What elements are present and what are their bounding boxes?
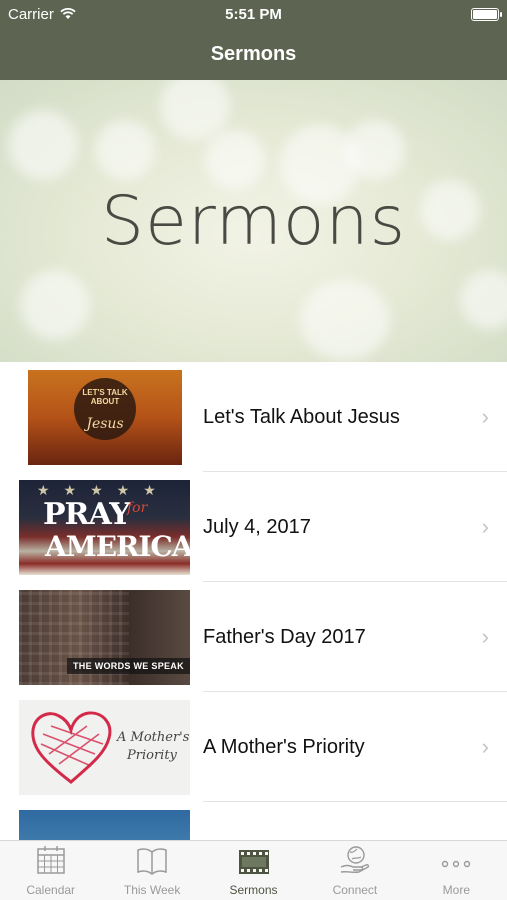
carrier-label: Carrier xyxy=(8,5,54,23)
tab-label: Connect xyxy=(332,883,378,897)
sermon-thumbnail: THE WORDS WE SPEAK xyxy=(19,590,190,685)
sermon-thumbnail: A Mother's Priority xyxy=(19,700,190,795)
wifi-icon xyxy=(60,8,76,19)
sermon-list[interactable]: LET'S TALK ABOUT Jesus Let's Talk About … xyxy=(0,362,507,840)
sermon-row[interactable]: A Mother's Priority A Mother's Priority … xyxy=(0,692,507,802)
status-left: Carrier xyxy=(8,6,76,23)
sermons-banner: Sermons xyxy=(0,80,507,362)
thumbnail-text: Priority xyxy=(127,748,177,763)
tab-this-week[interactable]: This Week xyxy=(101,841,202,900)
sermon-row[interactable]: LET'S TALK ABOUT Jesus Let's Talk About … xyxy=(0,362,507,472)
tab-bar: Calendar This Week Sermons Connect More xyxy=(0,840,507,900)
heart-icon xyxy=(31,711,112,784)
thumbnail-text: Jesus xyxy=(86,416,124,432)
more-icon xyxy=(442,860,471,868)
page-title: Sermons xyxy=(210,42,297,65)
book-icon xyxy=(137,848,167,875)
tab-sermons[interactable]: Sermons xyxy=(203,841,304,900)
chevron-right-icon: › xyxy=(481,624,489,649)
tab-label: This Week xyxy=(123,883,181,897)
thumbnail-text: A Mother's xyxy=(117,730,190,745)
thumbnail-text: PRAY xyxy=(43,497,131,532)
thumbnail-text: THE WORDS WE SPEAK xyxy=(67,658,190,674)
chevron-right-icon: › xyxy=(481,404,489,429)
sermon-title: Let's Talk About Jesus xyxy=(203,405,400,428)
sermon-row[interactable] xyxy=(0,802,507,840)
tab-label: Sermons xyxy=(229,883,278,897)
tab-more[interactable]: More xyxy=(406,841,507,900)
nav-bar: Sermons xyxy=(0,28,507,80)
thumbnail-text: for xyxy=(127,500,148,516)
banner-title: Sermons xyxy=(100,181,407,261)
film-icon xyxy=(238,850,269,874)
chevron-right-icon: › xyxy=(481,734,489,759)
sermon-title: July 4, 2017 xyxy=(203,515,311,538)
sermon-thumbnail xyxy=(19,810,190,840)
sermon-title: Father's Day 2017 xyxy=(203,625,366,648)
battery-icon xyxy=(471,7,502,21)
tab-connect[interactable]: Connect xyxy=(304,841,405,900)
sermon-title: A Mother's Priority xyxy=(203,735,365,758)
sermon-thumbnail: LET'S TALK ABOUT Jesus xyxy=(28,370,182,465)
sermon-row[interactable]: THE WORDS WE SPEAK Father's Day 2017 › xyxy=(0,582,507,692)
chevron-right-icon: › xyxy=(481,514,489,539)
sermon-thumbnail: ★★★★★ PRAY for AMERICA xyxy=(19,480,190,575)
thumbnail-text: LET'S TALK ABOUT xyxy=(82,388,128,406)
status-time: 5:51 PM xyxy=(225,5,282,23)
tab-calendar[interactable]: Calendar xyxy=(0,841,101,900)
globe-hand-icon xyxy=(340,846,370,873)
calendar-icon xyxy=(36,846,65,874)
status-bar: Carrier 5:51 PM xyxy=(0,0,507,28)
tab-label: More xyxy=(442,883,470,897)
tab-label: Calendar xyxy=(26,883,76,897)
sermon-row[interactable]: ★★★★★ PRAY for AMERICA July 4, 2017 › xyxy=(0,472,507,582)
thumbnail-text: AMERICA xyxy=(45,530,190,563)
